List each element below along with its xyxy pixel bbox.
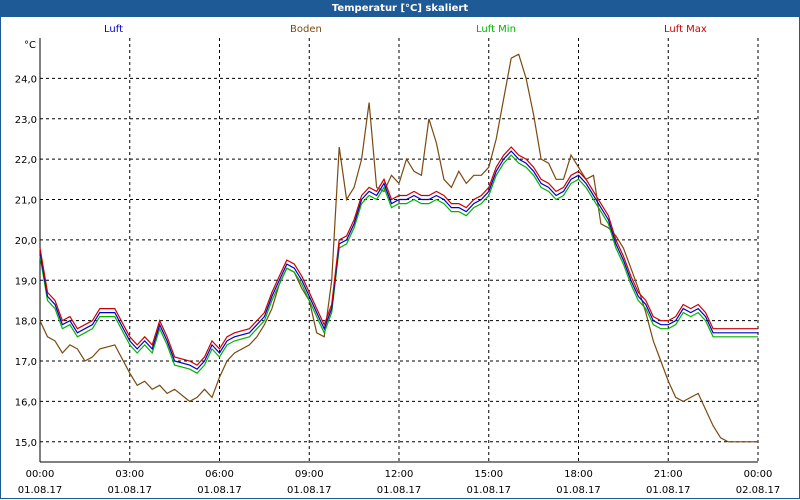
x-tick-date: 01.08.17 bbox=[107, 485, 152, 496]
x-tick-time: 15:00 bbox=[474, 469, 503, 480]
y-tick-label: 15,0 bbox=[15, 438, 37, 449]
plot-area: 15,0 16,0 17,0 18,0 19,0 20,0 21,0 22,0 23,0 24,0… bbox=[15, 38, 781, 496]
x-tick-date: 01.08.17 bbox=[197, 485, 242, 496]
x-tick-time: 18:00 bbox=[564, 469, 593, 480]
x-tick-date: 01.08.17 bbox=[287, 485, 332, 496]
y-axis-unit: °C bbox=[24, 40, 36, 51]
y-tick-label: 17,0 bbox=[15, 357, 37, 368]
y-tick-label: 21,0 bbox=[15, 196, 37, 207]
x-tick-time: 06:00 bbox=[205, 469, 234, 480]
x-tick-date: 01.08.17 bbox=[556, 485, 601, 496]
x-tick-date: 01.08.17 bbox=[466, 485, 511, 496]
y-tick-label: 23,0 bbox=[15, 115, 37, 126]
y-tick-label: 18,0 bbox=[15, 317, 37, 328]
y-tick-label: 22,0 bbox=[15, 155, 37, 166]
x-tick-time: 03:00 bbox=[115, 469, 144, 480]
x-tick-time: 00:00 bbox=[744, 469, 773, 480]
y-tick-label: 16,0 bbox=[15, 397, 37, 408]
y-tick-label: 20,0 bbox=[15, 236, 37, 247]
x-tick-time: 21:00 bbox=[654, 469, 683, 480]
y-tick-label: 24,0 bbox=[15, 74, 37, 85]
x-tick-time: 00:00 bbox=[26, 469, 55, 480]
x-tick-date: 01.08.17 bbox=[646, 485, 691, 496]
x-tick-date: 02.08.17 bbox=[736, 485, 781, 496]
x-tick-time: 12:00 bbox=[385, 469, 414, 480]
x-tick-date: 01.08.17 bbox=[377, 485, 422, 496]
x-tick-date: 01.08.17 bbox=[18, 485, 63, 496]
x-tick-time: 09:00 bbox=[295, 469, 324, 480]
y-tick-label: 19,0 bbox=[15, 276, 37, 287]
